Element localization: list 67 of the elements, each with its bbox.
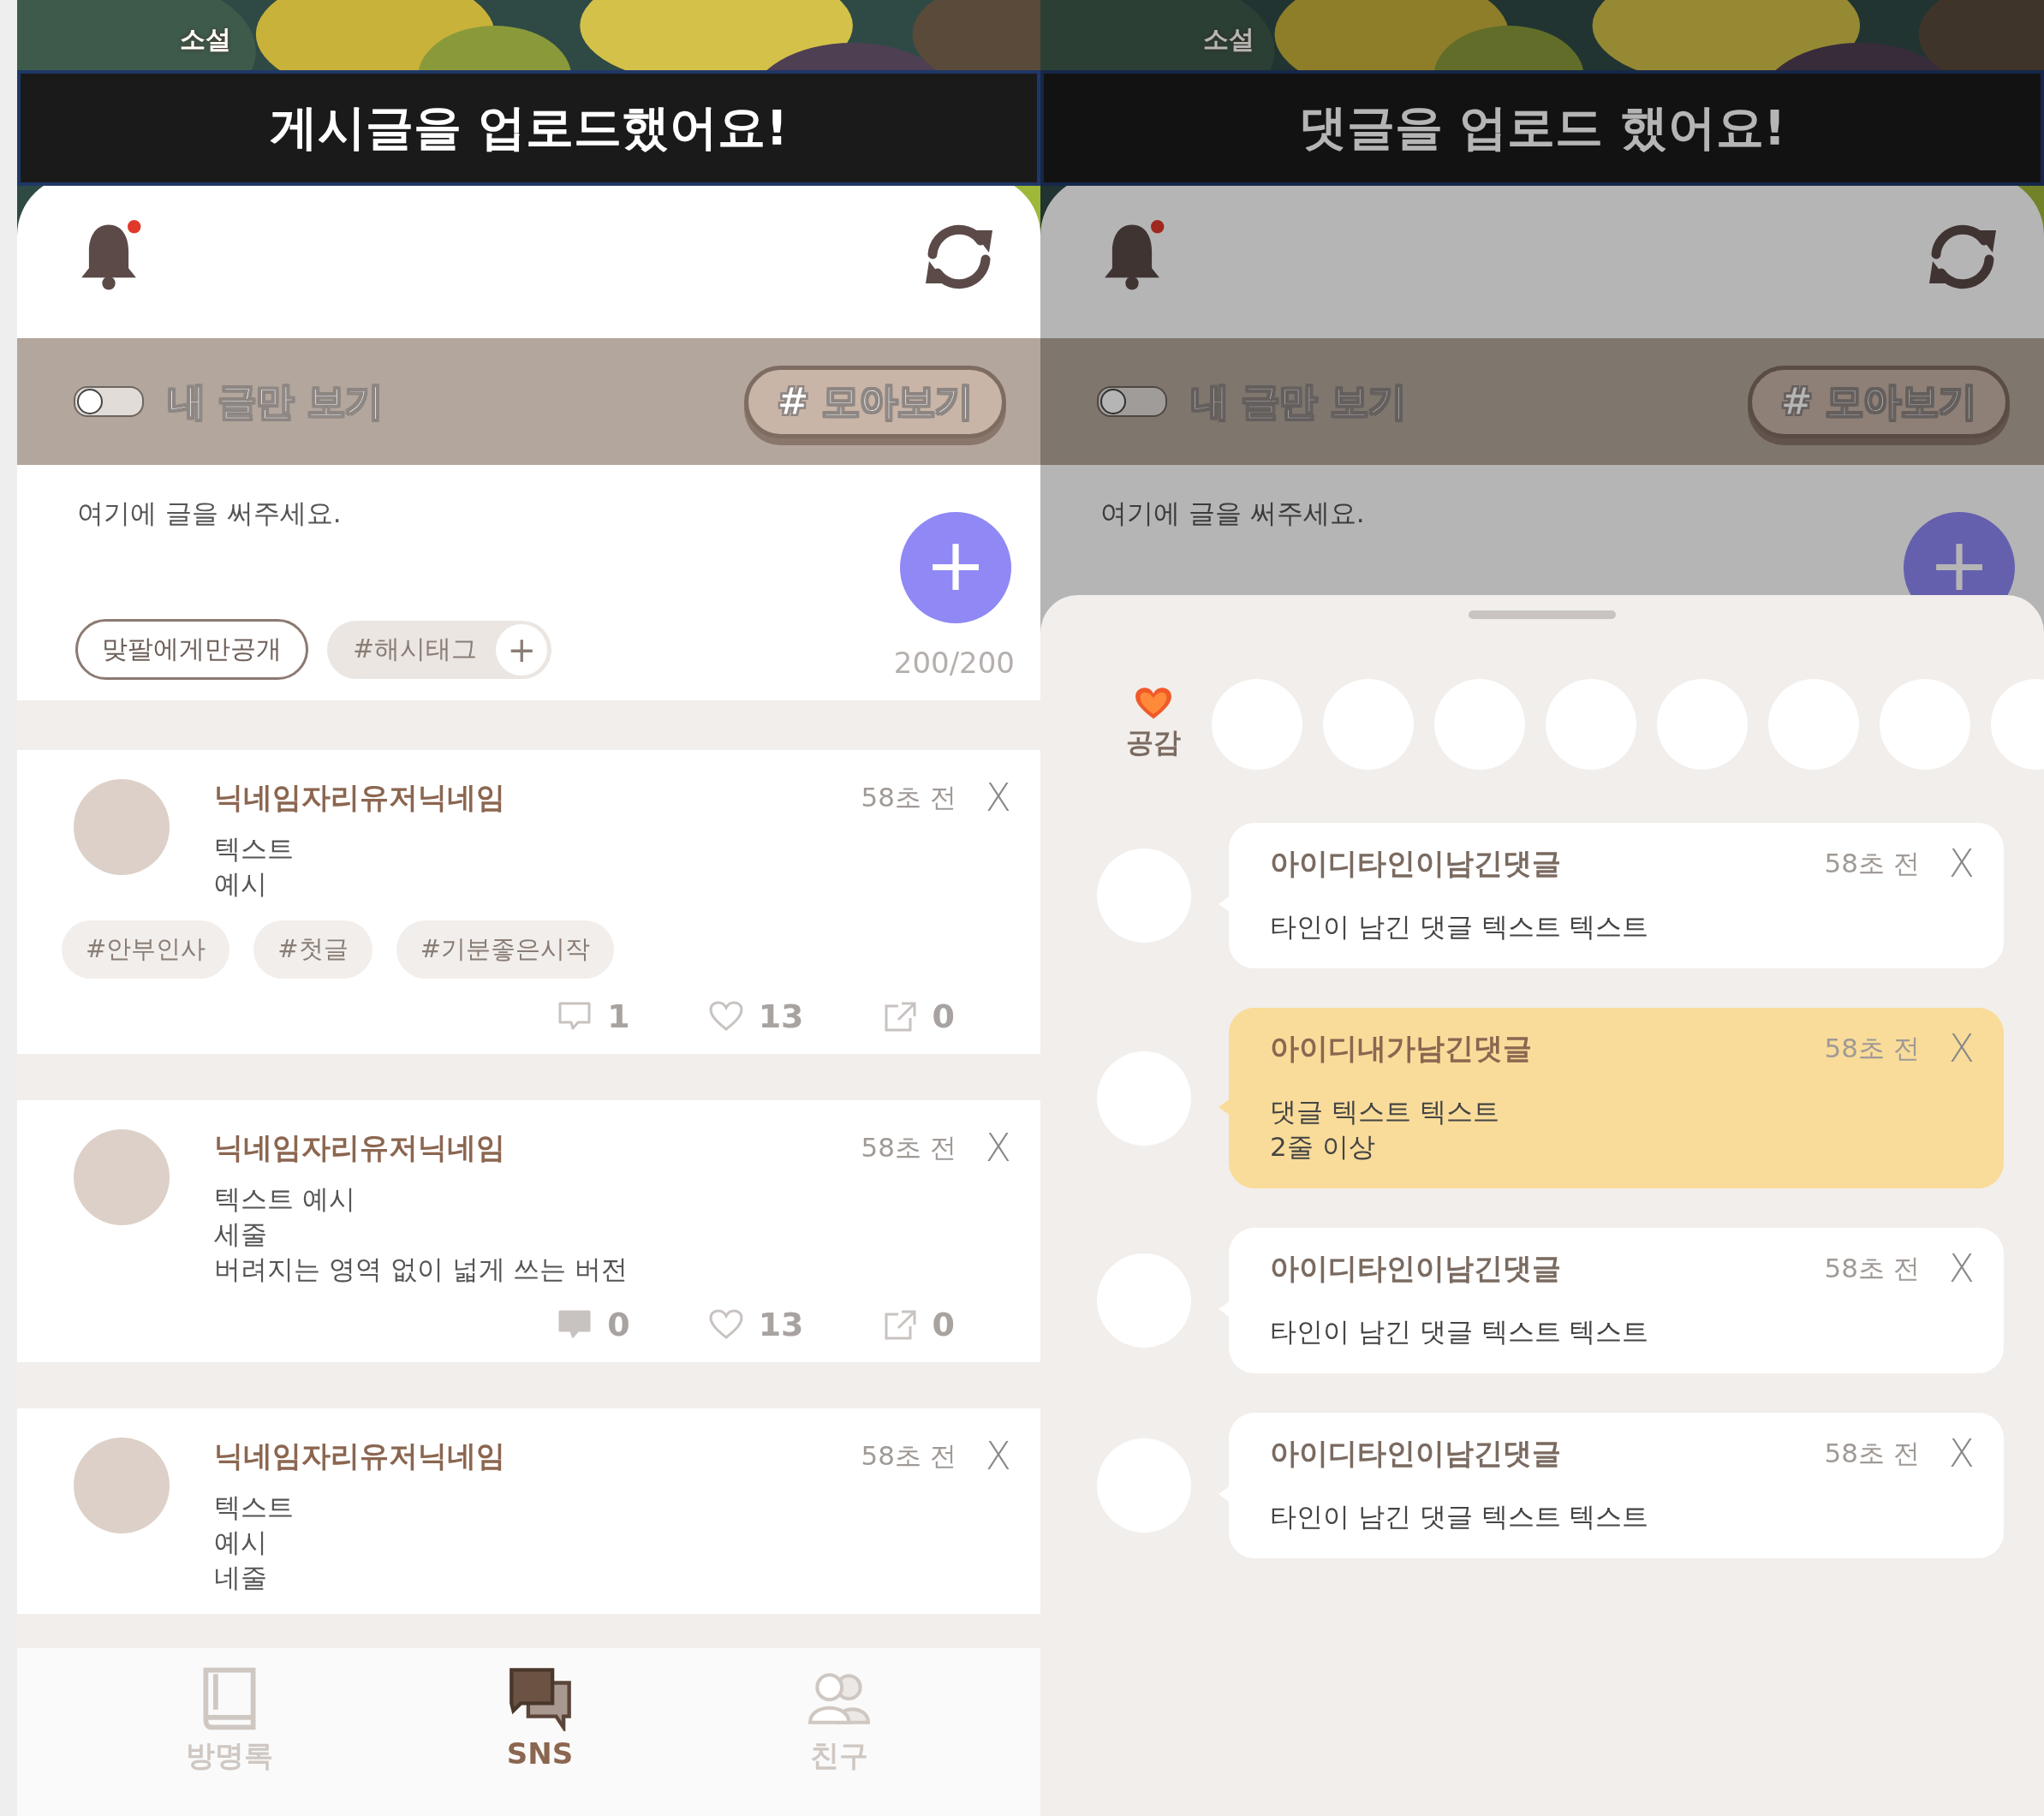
background-label: 소설 — [180, 23, 231, 56]
character-counter: 200/200 — [893, 645, 1015, 680]
add-button[interactable]: + — [900, 512, 1011, 623]
close-button[interactable]: X — [1945, 1027, 1978, 1070]
toggle-switch[interactable] — [74, 386, 144, 417]
reaction-label: 공감 — [1126, 725, 1181, 760]
close-button[interactable]: X — [1945, 842, 1978, 885]
comment-time: 58초 전 — [1824, 1031, 1920, 1065]
toast-message: 게시글을 업로드했어요! — [269, 98, 788, 157]
comment-icon[interactable] — [557, 1001, 593, 1032]
nickname: 닉네임자리유저닉네임 — [214, 1437, 505, 1474]
post-time: 58초 전 — [861, 1438, 956, 1473]
comment-time: 58초 전 — [1824, 1436, 1920, 1470]
post-text: 예시 — [214, 1526, 268, 1559]
heart-icon[interactable] — [708, 1001, 743, 1032]
add-tag-button[interactable]: + — [496, 623, 548, 676]
comment-icon[interactable] — [557, 1309, 593, 1340]
share-count: 0 — [932, 997, 955, 1035]
hashtag-label: #해시태그 — [353, 633, 478, 665]
post-time: 58초 전 — [861, 1130, 956, 1164]
comment-text: 타인이 남긴 댓글 텍스트 텍스트 — [1270, 910, 1650, 944]
comment-author: 아이디내가남긴댓글 — [1270, 1029, 1532, 1067]
share-count: 0 — [932, 1306, 955, 1343]
nickname: 닉네임자리유저닉네임 — [214, 1128, 505, 1166]
close-button[interactable]: X — [1945, 1247, 1978, 1290]
nav-tab[interactable]: SNS — [501, 1665, 579, 1785]
comment-author: 아이디타인이남긴댓글 — [1270, 1434, 1561, 1472]
chat-icon — [507, 1666, 573, 1731]
post-input-field[interactable]: 여기에 글을 써주세요. — [1100, 497, 1365, 528]
post-text: 텍스트 예시 — [214, 1182, 356, 1216]
comment-text: 댓글 텍스트 텍스트 — [1270, 1095, 1500, 1128]
comment-author: 아이디타인이남긴댓글 — [1270, 1249, 1561, 1287]
toggle-switch[interactable] — [1097, 386, 1167, 417]
post-time: 58초 전 — [861, 780, 956, 814]
post-text: 네줄 — [214, 1561, 268, 1594]
comment-text: 타인이 남긴 댓글 텍스트 텍스트 — [1270, 1500, 1650, 1533]
toggle-label: 내 글만 보기 — [168, 378, 383, 425]
post-input-field[interactable]: 여기에 글을 써주세요. — [77, 497, 342, 528]
background-label: 소설 — [1203, 23, 1254, 56]
close-button[interactable]: X — [981, 776, 1015, 819]
comment-text: 2줄 이상 — [1270, 1130, 1376, 1164]
like-count: 13 — [758, 997, 804, 1035]
post-text: 버려지는 영역 없이 넓게 쓰는 버전 — [214, 1253, 629, 1286]
post-text: 세줄 — [214, 1218, 268, 1251]
comment-count: 0 — [607, 1306, 630, 1343]
hashtag-tag[interactable]: #안부인사 — [62, 920, 230, 979]
comment-text: 타인이 남긴 댓글 텍스트 텍스트 — [1270, 1315, 1650, 1349]
sheet-handle[interactable] — [1469, 610, 1616, 619]
hashtag-tag[interactable]: #첫글 — [253, 920, 372, 979]
comment-author: 아이디타인이남긴댓글 — [1270, 844, 1561, 882]
post-text: 텍스트 — [214, 1491, 295, 1524]
toast-message: 댓글을 업로드 했어요! — [1298, 98, 1786, 157]
comment-time: 58초 전 — [1824, 846, 1920, 880]
close-button[interactable]: X — [1945, 1432, 1978, 1475]
hashtag-tag[interactable]: #기분좋은시작 — [396, 920, 614, 979]
comment-count: 1 — [607, 997, 630, 1035]
close-button[interactable]: X — [981, 1434, 1015, 1478]
visibility-chip[interactable]: 맞팔에게만공개 — [75, 619, 308, 680]
like-count: 13 — [758, 1306, 804, 1343]
heart-icon[interactable] — [708, 1309, 743, 1340]
comment-time: 58초 전 — [1824, 1251, 1920, 1285]
hashtag-chip[interactable]: #해시태그 + — [327, 620, 552, 679]
post-text: 텍스트 — [214, 832, 295, 866]
post-text: 예시 — [214, 867, 268, 901]
heart-icon[interactable] — [1135, 687, 1172, 721]
close-button[interactable]: X — [981, 1126, 1015, 1170]
nickname: 닉네임자리유저닉네임 — [214, 778, 505, 816]
